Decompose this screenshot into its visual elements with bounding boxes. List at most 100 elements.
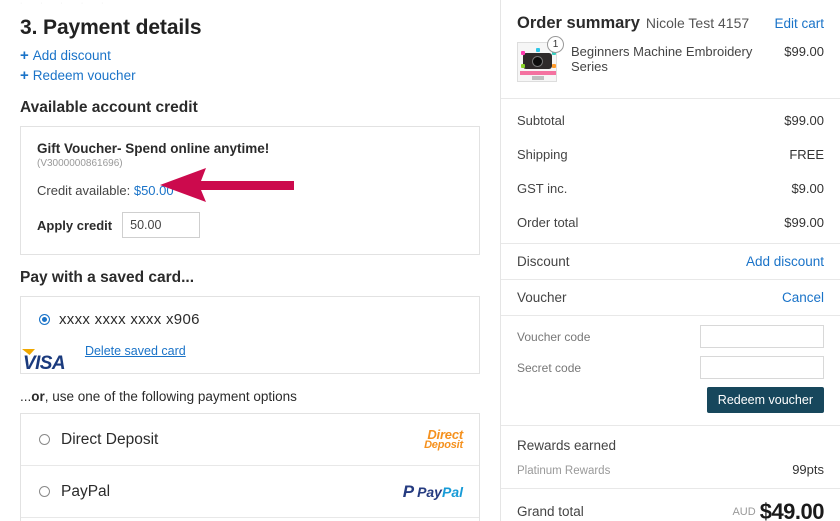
gst-value: $9.00 xyxy=(791,180,824,196)
delete-saved-card-link[interactable]: Delete saved card xyxy=(85,344,186,358)
direct-deposit-logo-icon: Direct Deposit xyxy=(424,426,463,451)
saved-card-heading: Pay with a saved card... xyxy=(20,269,195,286)
discount-row: Discount Add discount xyxy=(517,244,824,279)
gift-voucher-card: Gift Voucher- Spend online anytime! (V30… xyxy=(20,126,480,255)
subtotal-label: Subtotal xyxy=(517,112,565,128)
apply-credit-input[interactable] xyxy=(122,212,201,238)
total-row-shipping: Shipping FREE xyxy=(517,137,824,171)
paypal-label: PayPal xyxy=(61,482,111,500)
or-rest: , use one of the following payment optio… xyxy=(44,389,297,404)
order-item-thumbnail-wrap: 1 xyxy=(517,36,564,82)
apply-credit-row: Apply credit xyxy=(37,212,463,238)
saved-card-panel: xxxx xxxx xxxx x906 VISA Delete saved ca… xyxy=(20,296,480,374)
order-total-label: Order total xyxy=(517,214,579,230)
credit-available-amount[interactable]: $50.00 xyxy=(134,183,174,198)
item-quantity-badge: 1 xyxy=(547,36,564,53)
visa-wordmark: VISA xyxy=(23,353,65,374)
direct-deposit-radio[interactable] xyxy=(39,434,50,445)
dd-line1: Direct xyxy=(427,426,463,442)
paypal-word2: Pal xyxy=(441,483,463,500)
grand-total-amount: $49.00 xyxy=(759,498,825,521)
secret-code-label: Secret code xyxy=(517,360,582,375)
voucher-code-input[interactable] xyxy=(700,325,824,348)
order-summary-title: Order summary xyxy=(517,14,640,32)
paypal-logo-icon: P Pay Pal xyxy=(402,481,463,501)
direct-deposit-label: Direct Deposit xyxy=(61,430,159,448)
add-discount-label: Add discount xyxy=(32,48,111,63)
visa-logo-icon: VISA xyxy=(22,349,69,374)
paypal-word1: Pay xyxy=(417,483,442,500)
thumb-pedestal-shape xyxy=(532,76,544,80)
checkout-page: · · · · · 3. Payment details + Add discou… xyxy=(0,0,840,521)
grand-total-block: Grand total AUD $49.00 xyxy=(501,489,840,521)
rewards-row: Platinum Rewards 99pts xyxy=(517,462,824,477)
grand-total-label: Grand total xyxy=(517,504,584,519)
secret-code-field-row: Secret code xyxy=(517,356,824,379)
payment-option-paypal[interactable]: PayPal P Pay Pal xyxy=(21,466,479,518)
thumb-dot xyxy=(552,64,556,68)
redeem-voucher-label: Redeem voucher xyxy=(32,68,136,83)
secret-code-input[interactable] xyxy=(700,356,824,379)
credit-available-row: Credit available: $50.00 xyxy=(37,183,463,198)
or-prefix: ... xyxy=(20,389,32,404)
payment-option-direct-deposit[interactable]: Direct Deposit Direct Deposit xyxy=(21,414,479,466)
order-totals-block: Subtotal $99.00 Shipping FREE GST inc. $… xyxy=(501,99,840,244)
order-item-row: 1 Beginners Machine Embroidery Series $9… xyxy=(517,33,824,98)
discount-block: Discount Add discount xyxy=(501,244,840,280)
redeem-voucher-button[interactable]: Redeem voucher xyxy=(706,387,824,413)
other-payment-options-panel: Direct Deposit Direct Deposit PayPal P Pa… xyxy=(20,413,480,521)
or-bold: or xyxy=(31,389,45,404)
shipping-value: FREE xyxy=(789,146,824,162)
rewards-title: Rewards earned xyxy=(517,438,617,453)
total-row-subtotal: Subtotal $99.00 xyxy=(517,103,824,137)
plus-icon: + xyxy=(20,67,29,84)
voucher-code-text: (V3000000861696) xyxy=(37,158,123,169)
thumb-base-shape xyxy=(520,71,556,75)
order-summary-header-block: Order summary Nicole Test 4157 Edit cart xyxy=(501,0,840,99)
thumb-dot xyxy=(521,51,525,55)
add-discount-action-link[interactable]: Add discount xyxy=(746,254,824,269)
voucher-code-label: Voucher code xyxy=(517,329,591,344)
saved-card-radio[interactable] xyxy=(39,314,50,325)
thumb-wheel-shape xyxy=(532,56,543,67)
rewards-points-value: 99pts xyxy=(792,462,824,477)
order-total-value: $99.00 xyxy=(784,214,824,230)
saved-card-row[interactable]: xxxx xxxx xxxx x906 xyxy=(39,311,463,328)
cutoff-text-row: · · · · · xyxy=(20,0,112,7)
order-item-name: Beginners Machine Embroidery Series xyxy=(571,44,753,74)
apply-credit-label: Apply credit xyxy=(37,217,113,233)
edit-cart-link[interactable]: Edit cart xyxy=(774,16,824,31)
add-discount-link[interactable]: + Add discount xyxy=(20,47,480,65)
voucher-row: Voucher Cancel xyxy=(517,280,824,315)
total-row-order-total: Order total $99.00 xyxy=(517,205,824,239)
shipping-label: Shipping xyxy=(517,146,568,162)
redeem-button-row: Redeem voucher xyxy=(517,387,824,413)
voucher-block: Voucher Cancel xyxy=(501,280,840,316)
order-item-price: $99.00 xyxy=(784,44,824,59)
page-title: 3. Payment details xyxy=(20,16,202,39)
rewards-program-name: Platinum Rewards xyxy=(517,465,611,477)
voucher-code-field-row: Voucher code xyxy=(517,325,824,348)
paypal-radio[interactable] xyxy=(39,486,50,497)
order-summary-header: Order summary Nicole Test 4157 Edit cart xyxy=(517,0,824,33)
redeem-voucher-link[interactable]: + Redeem voucher xyxy=(20,67,480,85)
other-options-heading: ...or, use one of the following payment … xyxy=(20,389,480,404)
voucher-label: Voucher xyxy=(517,290,567,305)
thumb-dot xyxy=(521,64,525,68)
order-summary-customer: Nicole Test 4157 xyxy=(645,15,750,31)
cancel-voucher-link[interactable]: Cancel xyxy=(782,290,824,305)
discount-label: Discount xyxy=(517,254,570,269)
plus-icon: + xyxy=(20,47,29,64)
order-summary-column: Order summary Nicole Test 4157 Edit cart xyxy=(500,0,840,521)
payment-details-column: · · · · · 3. Payment details + Add discou… xyxy=(0,0,500,521)
total-row-gst: GST inc. $9.00 xyxy=(517,171,824,205)
available-credit-heading: Available account credit xyxy=(20,99,198,116)
voucher-title: Gift Voucher- Spend online anytime! xyxy=(37,141,270,156)
paypal-p-icon: P xyxy=(402,481,415,501)
subtotal-value: $99.00 xyxy=(784,112,824,128)
saved-card-number: xxxx xxxx xxxx x906 xyxy=(59,311,200,328)
credit-available-label: Credit available: xyxy=(37,183,131,198)
thumb-dot xyxy=(536,48,540,52)
grand-total-currency: AUD xyxy=(732,505,756,518)
dd-line2: Deposit xyxy=(424,438,463,451)
